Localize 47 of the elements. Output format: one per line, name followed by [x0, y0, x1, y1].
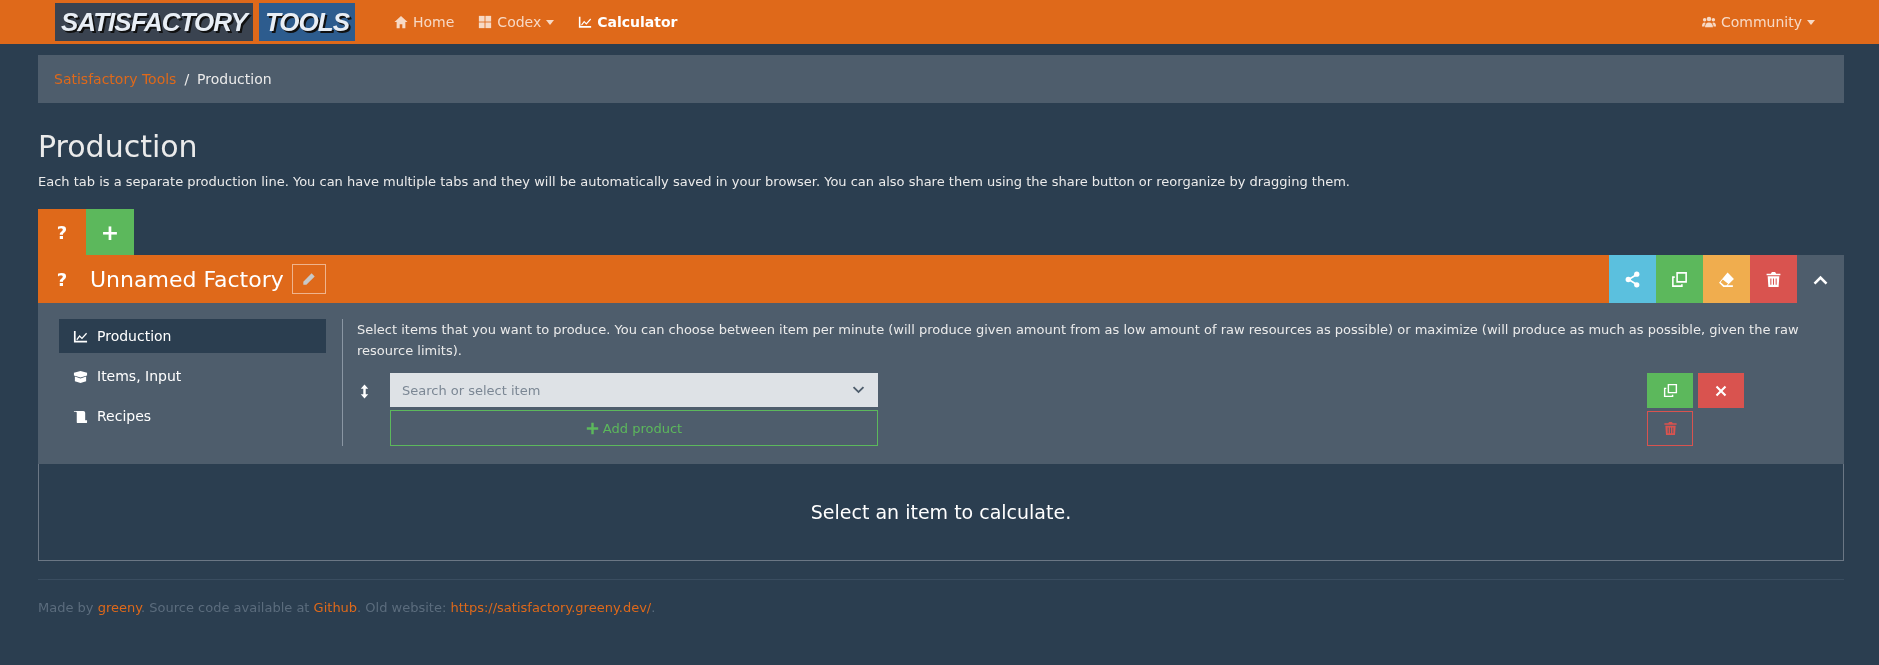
- plus-icon: [585, 421, 599, 435]
- home-icon: [394, 15, 408, 29]
- copy-icon: [1662, 383, 1678, 398]
- scroll-icon: [73, 408, 88, 424]
- breadcrumb-separator: /: [184, 71, 190, 87]
- nav-link[interactable]: Calculator: [569, 8, 687, 36]
- logo-word[interactable]: SATISFACTORY: [55, 3, 253, 41]
- logo-word[interactable]: TOOLS: [258, 3, 355, 41]
- page-title: Production: [38, 129, 199, 164]
- nav-link[interactable]: Codex: [469, 8, 564, 36]
- page-description: Each tab is a separate production line. You can have multiple tabs and they will be automatically saved in your browser. You can also share them using the share button or reorganize by dragging them.: [38, 174, 1351, 189]
- copy-button[interactable]: [1656, 255, 1703, 303]
- help-tab[interactable]: ?: [38, 209, 86, 255]
- delete-button[interactable]: [1750, 255, 1797, 303]
- factory-name: Unnamed Factory: [90, 266, 284, 292]
- users-icon: [1701, 15, 1716, 29]
- close-icon: [1715, 384, 1727, 397]
- grid-icon: [478, 15, 493, 29]
- nav-link[interactable]: Community: [1692, 8, 1824, 36]
- chart-icon: [73, 328, 88, 344]
- pencil-icon: [301, 272, 316, 286]
- copy-icon: [1671, 270, 1688, 288]
- add-tab[interactable]: +: [86, 209, 134, 255]
- sidebar-item[interactable]: Recipes: [59, 399, 326, 433]
- breadcrumb-link[interactable]: Satisfactory Tools: [54, 71, 177, 87]
- sidebar-item[interactable]: Items, Input: [59, 359, 326, 393]
- boxes-icon: [73, 368, 88, 384]
- edit-name-button[interactable]: [291, 264, 326, 294]
- share-button[interactable]: [1609, 255, 1656, 303]
- chart-icon: [578, 15, 593, 29]
- clear-button[interactable]: [1703, 255, 1750, 303]
- eraser-icon: [1718, 270, 1735, 288]
- instructions-text: Select items that you want to produce. You can choose between item per minute (will produce given amount from as low amount of raw resources as possible) or maximize (will produce as much as possible, given the raw resource limits).: [357, 321, 1800, 360]
- share-icon: [1624, 270, 1641, 288]
- trash-icon: [1662, 421, 1678, 436]
- delete-button[interactable]: [1647, 411, 1693, 446]
- product-select[interactable]: Search or select item: [390, 373, 878, 407]
- remove-button[interactable]: [1698, 373, 1744, 408]
- nav-link[interactable]: Home: [385, 8, 464, 36]
- footer-link[interactable]: https://satisfactory.greeny.dev/: [450, 600, 652, 615]
- sidebar-item[interactable]: Production: [59, 319, 326, 353]
- help-mark[interactable]: ?: [38, 268, 86, 290]
- trash-icon: [1765, 270, 1782, 288]
- copy-button[interactable]: [1647, 373, 1693, 408]
- result-message: Select an item to calculate.: [810, 501, 1072, 523]
- breadcrumb-current: Production: [197, 71, 272, 87]
- add-product-button[interactable]: Add product: [390, 410, 878, 446]
